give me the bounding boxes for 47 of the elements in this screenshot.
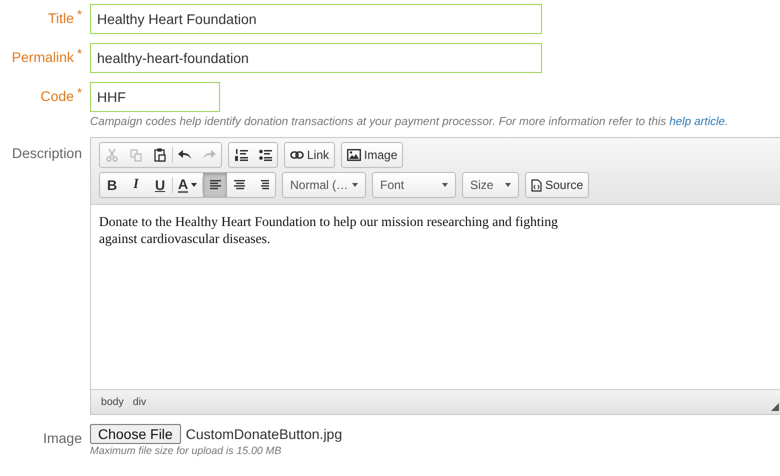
image-icon: [347, 149, 362, 161]
underline-button[interactable]: U: [148, 173, 172, 197]
required-mark: *: [76, 7, 82, 24]
editor-content[interactable]: Donate to the Healthy Heart Foundation to help our mission researching and fighting against cardiovascular diseases.: [91, 205, 780, 389]
field-label: Image: [43, 430, 82, 446]
link-button[interactable]: Link: [285, 143, 334, 167]
document-code-icon: [531, 178, 542, 192]
help-link[interactable]: help article: [669, 116, 725, 128]
element-path-item[interactable]: body: [101, 396, 124, 408]
caret-icon: [505, 183, 512, 187]
align-left-button[interactable]: [203, 173, 228, 197]
italic-button[interactable]: I: [124, 173, 148, 197]
text-field[interactable]: Healthy Heart Foundation: [90, 4, 542, 34]
bold-button[interactable]: B: [100, 173, 124, 197]
help-text: Maximum file size for upload is 15.00 MB: [90, 445, 282, 457]
numbered-list-icon: [234, 149, 248, 161]
field-label: Title: [48, 10, 74, 26]
dropdown[interactable]: Normal (…: [283, 173, 366, 197]
image-button[interactable]: Image: [342, 143, 402, 167]
field-label: Code: [40, 88, 74, 104]
required-mark: *: [76, 85, 82, 102]
dropdown[interactable]: Font: [373, 173, 456, 197]
paste-icon: [154, 148, 166, 162]
caret-icon: [442, 183, 448, 187]
choose-file-button[interactable]: Choose File: [90, 424, 181, 444]
element-path-item[interactable]: div: [132, 396, 146, 408]
field-label: Permalink: [12, 49, 74, 65]
redo-icon: [202, 150, 216, 160]
caret-icon: [352, 183, 358, 187]
scissors-icon: [106, 148, 118, 162]
text-field[interactable]: healthy-heart-foundation: [90, 43, 542, 73]
caret-icon: [191, 183, 198, 187]
undo-icon: [178, 150, 192, 160]
text-field[interactable]: HHF: [90, 82, 220, 112]
text-color-button[interactable]: A: [173, 173, 202, 197]
chain-link-icon: [290, 151, 304, 159]
resize-handle[interactable]: [771, 403, 779, 411]
copy-icon: [130, 148, 142, 162]
dropdown[interactable]: Size: [463, 173, 518, 197]
source-button[interactable]: Source: [526, 173, 588, 197]
bullet-list-icon: [258, 149, 272, 161]
help-text: Campaign codes help identify donation transactions at your payment processor. For more information refer to this help article.: [90, 116, 730, 128]
field-label: Description: [12, 145, 82, 161]
required-mark: *: [76, 46, 82, 63]
align-center-icon: [234, 180, 245, 190]
align-left-icon: [210, 180, 221, 190]
file-name: CustomDonateButton.jpg: [186, 426, 342, 442]
